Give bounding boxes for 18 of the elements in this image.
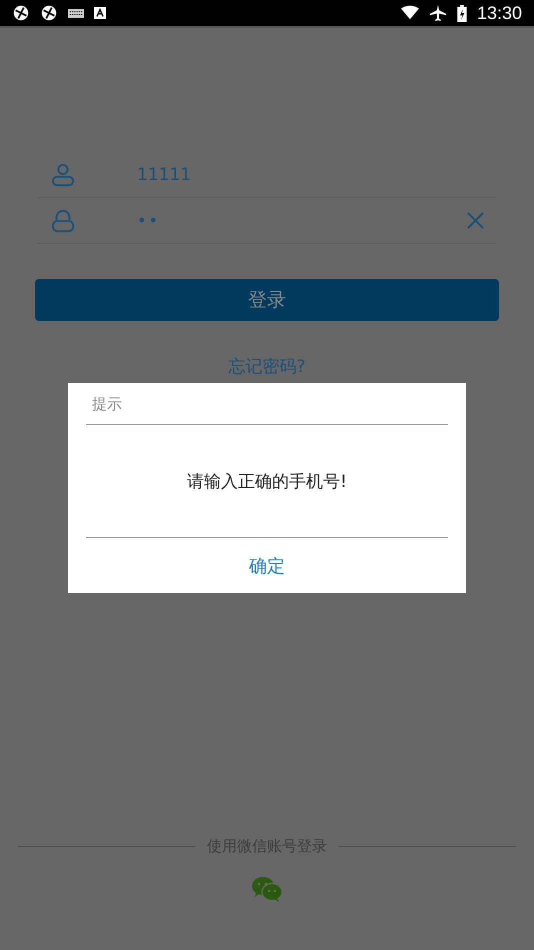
- wifi-icon: [400, 4, 419, 22]
- username-field[interactable]: 11111: [137, 164, 496, 184]
- sync-icon: [40, 4, 58, 22]
- dialog-title: 提示: [86, 383, 448, 425]
- dialog-message: 请输入正确的手机号!: [187, 470, 347, 494]
- text-app-icon: [94, 7, 106, 19]
- lock-icon: [51, 208, 75, 232]
- clock-time: 13:30: [476, 2, 522, 24]
- password-field[interactable]: ••: [137, 211, 466, 230]
- login-button[interactable]: 登录: [35, 279, 499, 321]
- clear-icon[interactable]: [466, 211, 485, 230]
- airplane-icon: [428, 4, 447, 22]
- sync-icon: [12, 4, 30, 22]
- forgot-password-link[interactable]: 忘记密码?: [228, 355, 306, 378]
- wechat-icon[interactable]: [251, 876, 283, 902]
- keyboard-icon: [68, 8, 84, 18]
- user-icon: [51, 162, 75, 186]
- battery-icon: [456, 4, 467, 22]
